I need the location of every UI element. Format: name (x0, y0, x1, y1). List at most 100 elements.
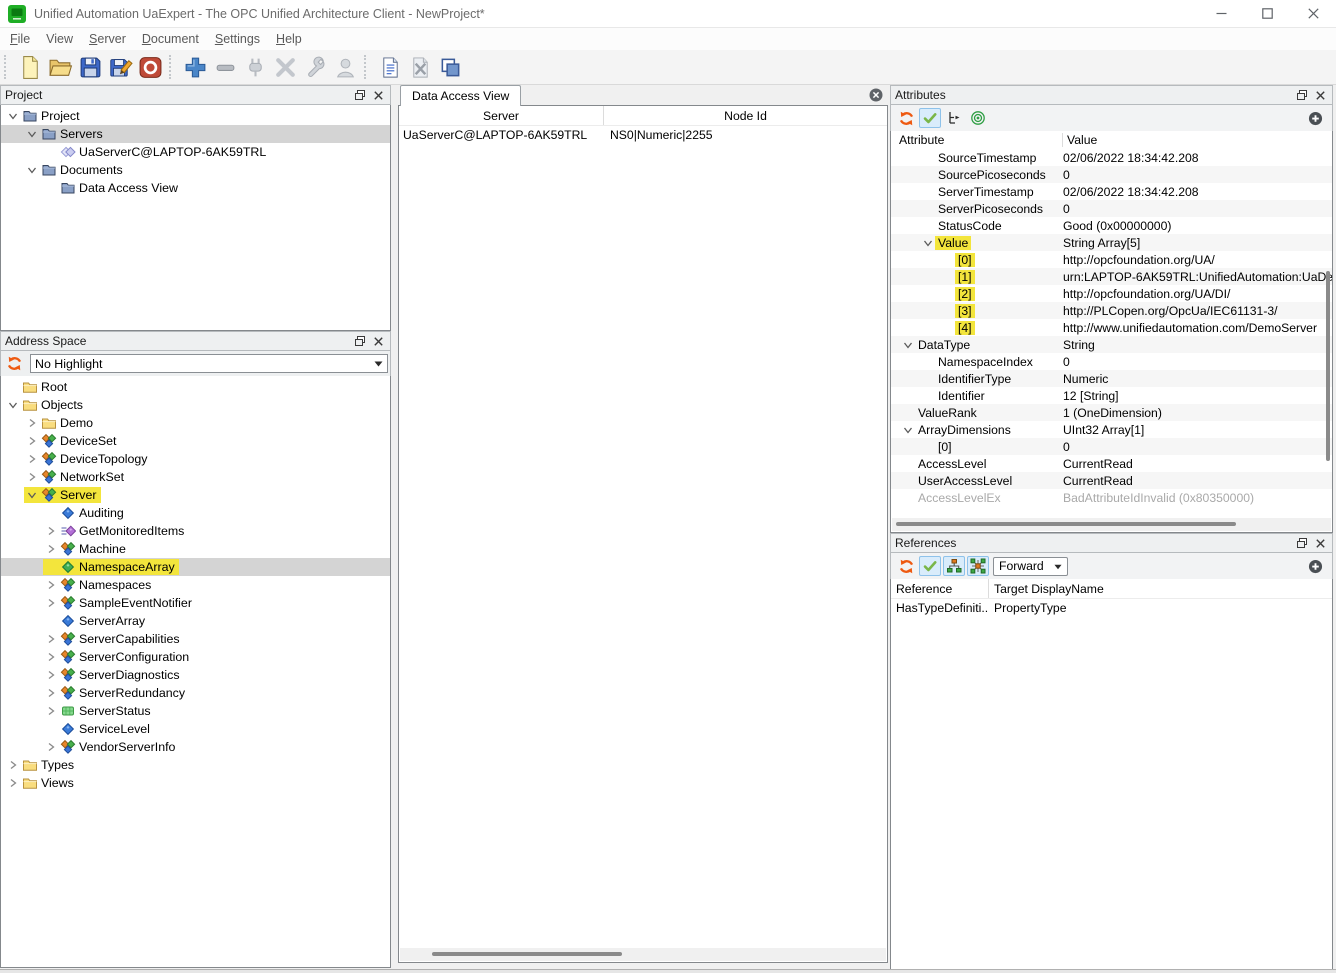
network-button[interactable] (967, 556, 989, 576)
refresh-button[interactable] (895, 556, 917, 576)
expander-open-icon[interactable] (901, 337, 915, 353)
close-tab-icon[interactable] (869, 88, 883, 102)
reference-direction-select[interactable]: Forward (993, 557, 1068, 576)
column-header-nodeid[interactable]: Node Id (604, 106, 887, 125)
expander-closed-icon[interactable] (43, 649, 59, 665)
horizontal-scrollbar[interactable] (400, 948, 886, 961)
expander-closed-icon[interactable] (5, 775, 21, 791)
refresh-button[interactable] (895, 108, 917, 128)
attribute-row-0[interactable]: [0]http://opcfoundation.org/UA/ (891, 251, 1332, 268)
ok-button[interactable] (919, 108, 941, 128)
add-document-button[interactable] (375, 52, 405, 82)
tree-item-server[interactable]: Server (1, 486, 390, 504)
column-header-server[interactable]: Server (399, 106, 604, 125)
attribute-row-identifiertype[interactable]: IdentifierTypeNumeric (891, 370, 1332, 387)
tree-item-root[interactable]: Root (1, 378, 390, 396)
tree-item-servercapabilities[interactable]: ServerCapabilities (1, 630, 390, 648)
attribute-row-servertimestamp[interactable]: ServerTimestamp02/06/2022 18:34:42.208 (891, 183, 1332, 200)
expander-open-icon[interactable] (921, 235, 935, 251)
tree-item-serverredundancy[interactable]: ServerRedundancy (1, 684, 390, 702)
refresh-icon[interactable] (3, 354, 25, 374)
expander-closed-icon[interactable] (43, 703, 59, 719)
exit-button[interactable] (135, 52, 165, 82)
expander-open-icon[interactable] (24, 126, 40, 142)
column-header-reference[interactable]: Reference (891, 579, 989, 598)
new-project-button[interactable] (15, 52, 45, 82)
add-custom-attribute-button[interactable] (1304, 556, 1326, 576)
close-panel-icon[interactable] (370, 333, 386, 349)
expander-open-icon[interactable] (5, 397, 21, 413)
expander-closed-icon[interactable] (43, 631, 59, 647)
expander-closed-icon[interactable] (43, 523, 59, 539)
attribute-row-4[interactable]: [4]http://www.unifiedautomation.com/Demo… (891, 319, 1332, 336)
float-panel-icon[interactable] (352, 87, 368, 103)
menu-settings[interactable]: Settings (207, 30, 268, 48)
close-button[interactable] (1290, 0, 1336, 27)
horizontal-scrollbar[interactable] (892, 518, 1331, 531)
tree-item-networkset[interactable]: NetworkSet (1, 468, 390, 486)
expander-closed-icon[interactable] (24, 469, 40, 485)
column-header-value[interactable]: Value (1063, 133, 1097, 147)
attribute-row-3[interactable]: [3]http://PLCopen.org/OpcUa/IEC61131-3/ (891, 302, 1332, 319)
tab-data-access-view[interactable]: Data Access View (400, 85, 521, 106)
highlight-filter-select[interactable]: No Highlight (30, 354, 388, 373)
attribute-row-datatype[interactable]: DataTypeString (891, 336, 1332, 353)
scrollbar-thumb[interactable] (896, 522, 1236, 526)
tree-item-machine[interactable]: Machine (1, 540, 390, 558)
attribute-row-value[interactable]: ValueString Array[5] (891, 234, 1332, 251)
tree-item-views[interactable]: Views (1, 774, 390, 792)
attribute-row-arraydimensions[interactable]: ArrayDimensionsUInt32 Array[1] (891, 421, 1332, 438)
tree-item-serverarray[interactable]: ServerArray (1, 612, 390, 630)
attribute-row-statuscode[interactable]: StatusCodeGood (0x00000000) (891, 217, 1332, 234)
expander-closed-icon[interactable] (24, 433, 40, 449)
tree-item-project[interactable]: Project (1, 107, 390, 125)
float-panel-icon[interactable] (1294, 535, 1310, 551)
tree-item-serverconfiguration[interactable]: ServerConfiguration (1, 648, 390, 666)
attribute-row-valuerank[interactable]: ValueRank1 (OneDimension) (891, 404, 1332, 421)
target-button[interactable] (967, 108, 989, 128)
tree-item-sampleeventnotifier[interactable]: SampleEventNotifier (1, 594, 390, 612)
reference-row[interactable]: HasTypeDefiniti...PropertyType (891, 599, 1332, 617)
tree-item-data-access-view[interactable]: Data Access View (1, 179, 390, 197)
menu-server[interactable]: Server (81, 30, 134, 48)
attribute-row-useraccesslevel[interactable]: UserAccessLevelCurrentRead (891, 472, 1332, 489)
open-project-button[interactable] (45, 52, 75, 82)
expander-open-icon[interactable] (901, 422, 915, 438)
tree-item-demo[interactable]: Demo (1, 414, 390, 432)
tree-item-devicetopology[interactable]: DeviceTopology (1, 450, 390, 468)
float-panel-icon[interactable] (1294, 87, 1310, 103)
tree-item-getmonitoreditems[interactable]: GetMonitoredItems (1, 522, 390, 540)
toolbar-grip-handle[interactable] (169, 55, 175, 79)
dav-row[interactable]: UaServerC@LAPTOP-6AK59TRLNS0|Numeric|225… (399, 126, 887, 144)
tree-item-objects[interactable]: Objects (1, 396, 390, 414)
maximize-button[interactable] (1244, 0, 1290, 27)
attribute-row-identifier[interactable]: Identifier12 [String] (891, 387, 1332, 404)
orgchart-button[interactable] (943, 556, 965, 576)
expander-closed-icon[interactable] (24, 415, 40, 431)
tree-item-serverstatus[interactable]: ServerStatus (1, 702, 390, 720)
tree-item-servers[interactable]: Servers (1, 125, 390, 143)
float-panel-icon[interactable] (352, 333, 368, 349)
expander-closed-icon[interactable] (43, 595, 59, 611)
close-panel-icon[interactable] (370, 87, 386, 103)
expander-closed-icon[interactable] (43, 739, 59, 755)
minimize-button[interactable] (1198, 0, 1244, 27)
close-panel-icon[interactable] (1312, 535, 1328, 551)
tree-item-serverdiagnostics[interactable]: ServerDiagnostics (1, 666, 390, 684)
menu-help[interactable]: Help (268, 30, 310, 48)
expander-open-icon[interactable] (5, 108, 21, 124)
save-project-button[interactable] (75, 52, 105, 82)
remove-server-button[interactable] (210, 52, 240, 82)
tree-item-servicelevel[interactable]: ServiceLevel (1, 720, 390, 738)
vertical-scrollbar-thumb[interactable] (1326, 271, 1330, 461)
column-header-target-displayname[interactable]: Target DisplayName (989, 579, 1332, 598)
expander-open-icon[interactable] (24, 162, 40, 178)
tree-item-auditing[interactable]: Auditing (1, 504, 390, 522)
menu-view[interactable]: View (38, 30, 81, 48)
tree-item-deviceset[interactable]: DeviceSet (1, 432, 390, 450)
expander-closed-icon[interactable] (43, 667, 59, 683)
toolbar-grip-handle[interactable] (364, 55, 370, 79)
add-server-button[interactable] (180, 52, 210, 82)
attribute-row-0[interactable]: [0]0 (891, 438, 1332, 455)
tree-item-namespacearray[interactable]: NamespaceArray (1, 558, 390, 576)
